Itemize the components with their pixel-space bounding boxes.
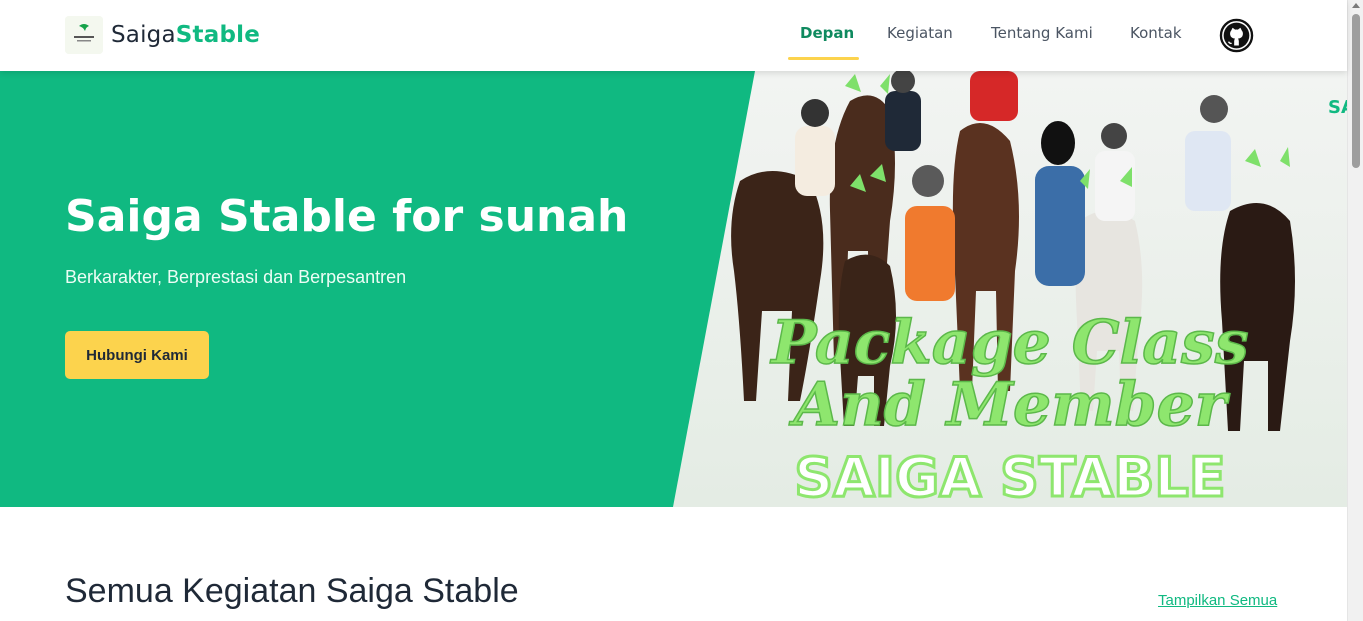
hero-section: Package Class And Member SAIGA STABLE SA… bbox=[0, 71, 1347, 507]
activities-section-title: Semua Kegiatan Saiga Stable bbox=[65, 572, 519, 610]
contact-us-button[interactable]: Hubungi Kami bbox=[65, 331, 209, 379]
brand-name-prefix: Saiga bbox=[111, 22, 176, 48]
brand-logo-image bbox=[65, 16, 103, 54]
nav-item-kegiatan[interactable]: Kegiatan bbox=[887, 24, 953, 42]
hero-photo: Package Class And Member SAIGA STABLE SA bbox=[673, 71, 1347, 507]
hero-title: Saiga Stable for sunah bbox=[65, 191, 629, 242]
scroll-up-arrow-icon[interactable] bbox=[1352, 3, 1360, 8]
page-scrollbar[interactable] bbox=[1347, 0, 1363, 621]
hero-subtitle: Berkarakter, Berprestasi dan Berpesantre… bbox=[65, 267, 407, 287]
hero-image-corner-text: SA bbox=[1328, 97, 1347, 118]
brand-name-accent: Stable bbox=[175, 22, 261, 48]
scrollbar-thumb[interactable] bbox=[1352, 14, 1360, 168]
nav-item-tentang-kami[interactable]: Tentang Kami bbox=[991, 24, 1093, 42]
show-all-link[interactable]: Tampilkan Semua bbox=[1158, 592, 1277, 609]
hero-image-text-1: Package Class bbox=[769, 308, 1248, 378]
github-icon[interactable] bbox=[1219, 18, 1254, 53]
hero-image-text-3: SAIGA STABLE bbox=[794, 446, 1225, 507]
site-header: SaigaStable Depan Kegiatan Tentang Kami … bbox=[0, 0, 1347, 71]
brand-logo-link[interactable]: SaigaStable bbox=[65, 16, 260, 54]
nav-active-indicator bbox=[788, 57, 859, 60]
brand-name: SaigaStable bbox=[111, 22, 260, 48]
nav-item-kontak[interactable]: Kontak bbox=[1130, 24, 1182, 42]
nav-item-depan[interactable]: Depan bbox=[800, 24, 854, 42]
hero-image-text-2: And Member bbox=[789, 370, 1231, 440]
